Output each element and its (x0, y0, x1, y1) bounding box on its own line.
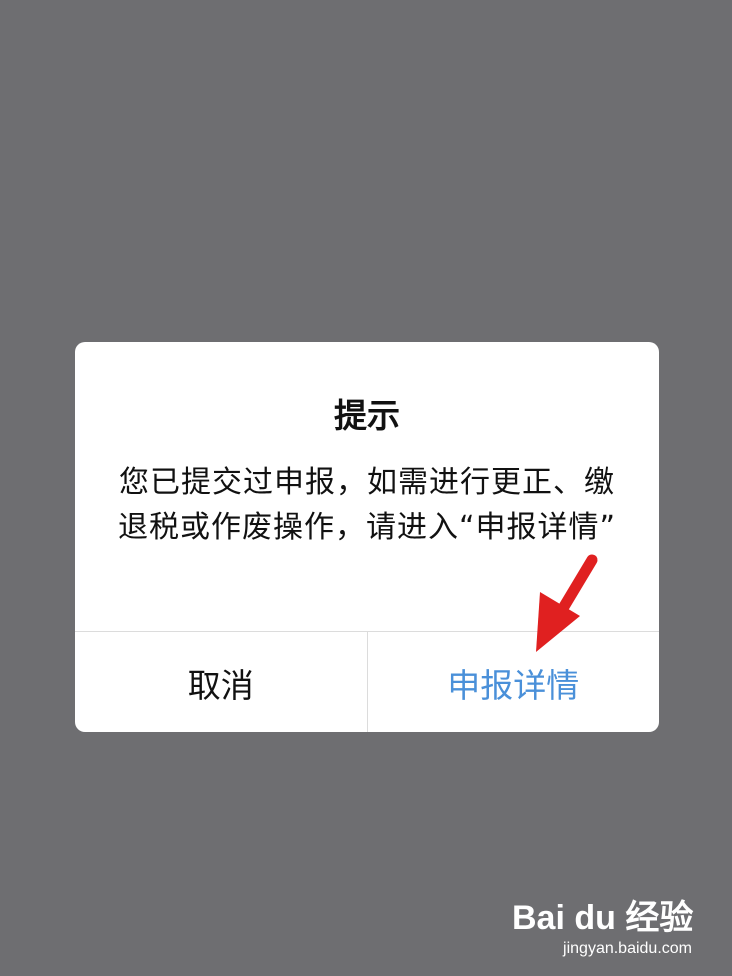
dialog-button-row: 取消 申报详情 (75, 631, 659, 732)
watermark-brand: Bai du 经验 (512, 898, 694, 938)
baidu-jingyan-watermark: Bai du 经验 jingyan.baidu.com (512, 898, 694, 962)
watermark-url: jingyan.baidu.com (563, 940, 692, 957)
dialog-title: 提示 (334, 396, 400, 435)
cancel-button[interactable]: 取消 (75, 632, 368, 732)
alert-dialog: 提示 您已提交过申报，如需进行更正、缴退税或作废操作，请进入“申报详情” 取消 … (75, 342, 659, 732)
dialog-message: 您已提交过申报，如需进行更正、缴退税或作废操作，请进入“申报详情” (117, 465, 617, 545)
watermark-brand-text: Bai du 经验 (512, 899, 694, 937)
declaration-details-button[interactable]: 申报详情 (368, 632, 660, 732)
